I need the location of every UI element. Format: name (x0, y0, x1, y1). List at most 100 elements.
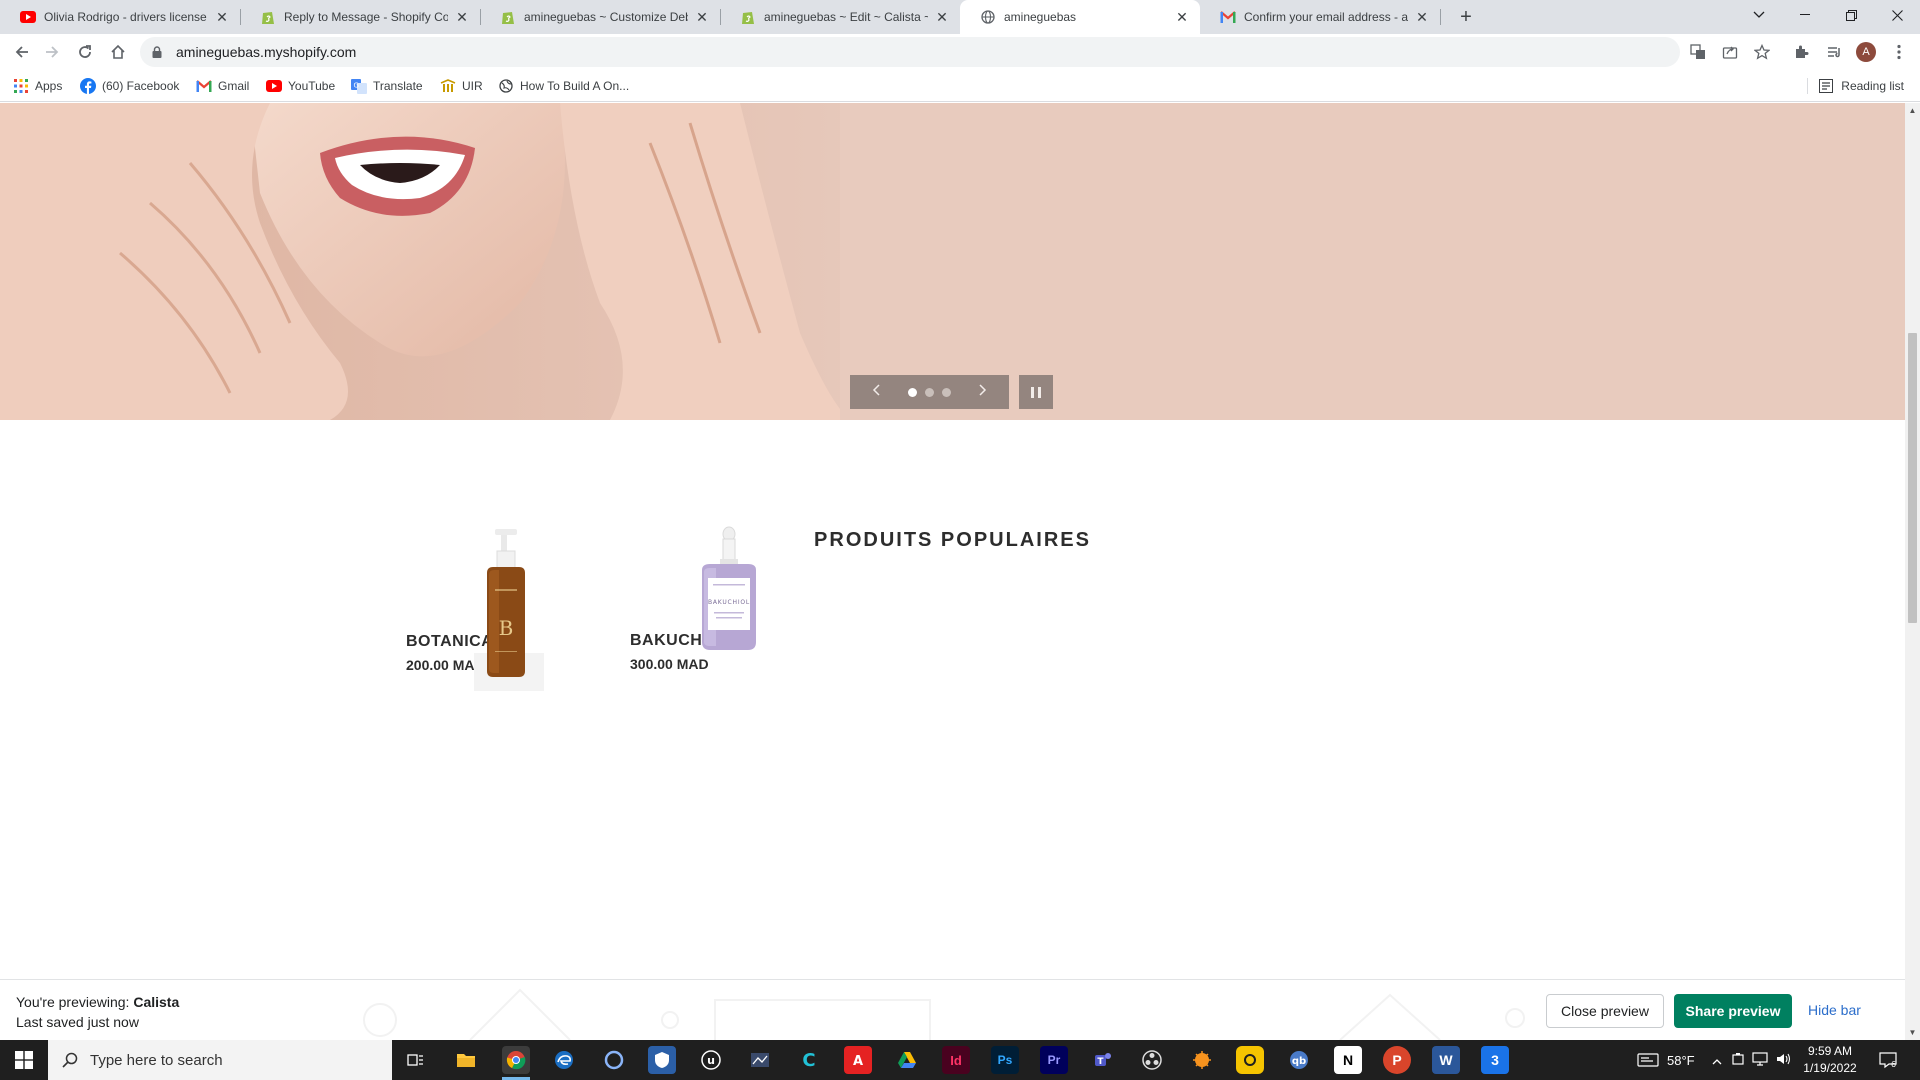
weather-icon (1637, 1053, 1659, 1067)
chrome-menu-icon[interactable] (1885, 38, 1913, 66)
slide-pause-button[interactable] (1019, 375, 1053, 409)
google-drive-icon[interactable] (893, 1046, 921, 1074)
share-icon[interactable] (1716, 38, 1744, 66)
browser-tab-1[interactable]: Olivia Rodrigo - drivers license (L ✕ (0, 0, 240, 34)
bookmark-apps[interactable]: Apps (13, 76, 62, 96)
product-image-bakuchiol[interactable]: BAKUCHIOL (672, 524, 772, 664)
bookmark-gmail[interactable]: Gmail (196, 76, 249, 96)
screenshot-app-icon[interactable] (746, 1046, 774, 1074)
task-view-icon[interactable] (402, 1046, 430, 1074)
close-tab-icon[interactable]: ✕ (1174, 9, 1190, 25)
notion-icon[interactable]: N (1334, 1046, 1362, 1074)
new-tab-button[interactable]: + (1454, 5, 1478, 29)
share-preview-button[interactable]: Share preview (1674, 994, 1792, 1028)
forward-button[interactable] (38, 38, 66, 66)
back-arrow-icon (15, 46, 28, 58)
hide-bar-link[interactable]: Hide bar (1808, 1002, 1861, 1018)
product-card-bakuchiol[interactable]: BAKUCHIOL BAKUCHIOL 300.00 MAD (630, 526, 756, 672)
back-button[interactable] (8, 38, 36, 66)
vlc-like-app-icon[interactable] (1188, 1046, 1216, 1074)
word-icon[interactable]: W (1432, 1046, 1460, 1074)
obs-icon[interactable] (1138, 1046, 1166, 1074)
browser-tab-5-active[interactable]: amineguebas ✕ (960, 0, 1200, 34)
app-shield-icon[interactable] (648, 1046, 676, 1074)
plex-like-app-icon[interactable] (1236, 1046, 1264, 1074)
scroll-up-arrow[interactable]: ▲ (1905, 103, 1920, 118)
reading-list-button[interactable]: Reading list (1819, 76, 1904, 96)
svg-text:C: C (802, 1050, 815, 1070)
qbittorrent-icon[interactable]: qb (1285, 1046, 1313, 1074)
page-scrollbar[interactable]: ▲ ▼ (1905, 103, 1920, 1040)
volume-icon[interactable] (1776, 1052, 1792, 1069)
close-preview-button[interactable]: Close preview (1546, 994, 1664, 1028)
teams-icon[interactable]: T (1089, 1046, 1117, 1074)
bookmark-translate[interactable]: G Translate (351, 76, 423, 96)
acrobat-icon[interactable]: A (844, 1046, 872, 1074)
slide-prev-button[interactable] (868, 383, 884, 401)
canva-icon[interactable]: C (795, 1046, 823, 1074)
tab-search-icon[interactable] (1736, 0, 1782, 30)
windows-taskbar: Type here to search u C A Id Ps Pr T qb … (0, 1040, 1920, 1080)
scroll-thumb[interactable] (1908, 333, 1917, 623)
translate-page-icon[interactable] (1684, 38, 1712, 66)
previewing-line: You're previewing: Calista (16, 992, 179, 1012)
close-tab-icon[interactable]: ✕ (1414, 9, 1430, 25)
bookmark-uir[interactable]: UIR (440, 76, 483, 96)
media-control-icon[interactable] (1820, 38, 1848, 66)
close-window-button[interactable] (1874, 0, 1920, 30)
bookmark-how-to-build[interactable]: How To Build A On... (498, 76, 629, 96)
slide-dot-2[interactable] (925, 387, 934, 397)
bookmark-star-icon[interactable] (1748, 38, 1776, 66)
tab-title: amineguebas ~ Edit ~ Calista ~ S (764, 10, 928, 24)
address-bar[interactable]: amineguebas.myshopify.com (140, 37, 1680, 67)
system-tray-icons (1712, 1040, 1792, 1080)
bottle-label-text: B (499, 616, 514, 640)
unreal-engine-icon[interactable]: u (697, 1046, 725, 1074)
windows-start-button[interactable] (0, 1040, 48, 1080)
extensions-puzzle-icon[interactable] (1787, 38, 1815, 66)
indesign-icon[interactable]: Id (942, 1046, 970, 1074)
weather-widget[interactable]: 58°F (1637, 1040, 1695, 1080)
taskbar-clock[interactable]: 9:59 AM 1/19/2022 (1800, 1043, 1860, 1077)
home-button[interactable] (104, 38, 132, 66)
close-tab-icon[interactable]: ✕ (934, 9, 950, 25)
restore-button[interactable] (1828, 0, 1874, 30)
reload-button[interactable] (71, 38, 99, 66)
cortana-ring-icon[interactable] (600, 1046, 628, 1074)
pocket-like-app-icon[interactable]: P (1383, 1046, 1411, 1074)
bookmark-youtube[interactable]: YouTube (266, 76, 335, 96)
browser-tab-2[interactable]: Reply to Message - Shopify Com ✕ (240, 0, 480, 34)
pause-icon-bar (1038, 386, 1041, 398)
browser-tab-3[interactable]: amineguebas ~ Customize Debu ✕ (480, 0, 720, 34)
close-tab-icon[interactable]: ✕ (694, 9, 710, 25)
network-icon[interactable] (1752, 1051, 1768, 1069)
tab-title: Olivia Rodrigo - drivers license (L (44, 10, 208, 24)
shopify-icon (500, 9, 516, 25)
bookmark-facebook[interactable]: (60) Facebook (80, 76, 179, 96)
profile-avatar[interactable]: A (1856, 42, 1876, 62)
app-three-icon[interactable]: 3 (1481, 1046, 1509, 1074)
search-icon (62, 1052, 78, 1068)
file-explorer-icon[interactable] (452, 1046, 480, 1074)
product-card-botanical[interactable]: B BOTANICAL 200.00 MAD (406, 529, 544, 691)
scroll-down-arrow[interactable]: ▼ (1905, 1025, 1920, 1040)
notification-center-button[interactable]: 6 (1878, 1050, 1898, 1070)
close-tab-icon[interactable]: ✕ (214, 9, 230, 25)
show-hidden-icons-chevron-icon[interactable] (1712, 1053, 1722, 1068)
bookmark-label: UIR (462, 79, 483, 93)
device-icon[interactable] (1732, 1052, 1744, 1069)
chrome-taskbar-icon[interactable] (502, 1046, 530, 1074)
edge-taskbar-icon[interactable] (550, 1046, 578, 1074)
premiere-icon[interactable]: Pr (1040, 1046, 1068, 1074)
close-tab-icon[interactable]: ✕ (454, 9, 470, 25)
photoshop-icon[interactable]: Ps (991, 1046, 1019, 1074)
slide-dot-1[interactable] (908, 387, 917, 397)
product-image-botanical[interactable]: B (459, 523, 559, 693)
slide-dot-3[interactable] (942, 387, 951, 397)
taskbar-search-box[interactable]: Type here to search (48, 1040, 392, 1080)
minimize-button[interactable] (1782, 0, 1828, 30)
notification-count: 6 (1891, 1060, 1896, 1069)
slide-next-button[interactable] (975, 383, 991, 401)
browser-tab-4[interactable]: amineguebas ~ Edit ~ Calista ~ S ✕ (720, 0, 960, 34)
browser-tab-6[interactable]: Confirm your email address - am ✕ (1200, 0, 1440, 34)
